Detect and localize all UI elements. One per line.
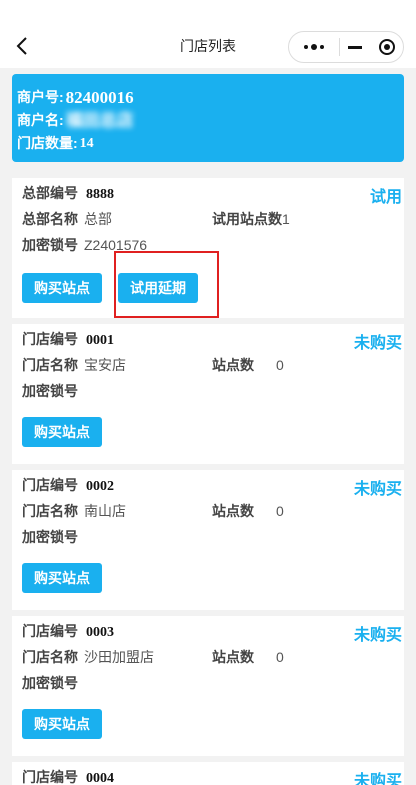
store-code-value: 0003 — [86, 625, 114, 640]
hq-lock-label: 加密锁号 — [22, 237, 78, 253]
minimize-button[interactable] — [340, 32, 372, 62]
store-name-label: 门店名称 — [22, 357, 78, 373]
merchant-name-label: 商户名: — [17, 112, 64, 128]
store-card: 门店编号 0001 未购买 门店名称 宝安店 站点数 0 加密锁号 购买站点 — [12, 324, 404, 464]
store-code-value: 0001 — [86, 333, 114, 348]
store-code-row: 门店编号 0002 — [22, 475, 114, 497]
hq-name-row: 总部名称 总部 — [22, 209, 112, 229]
mini-program-capsule — [288, 31, 404, 63]
store-sites-value: 0 — [276, 649, 284, 665]
minimize-icon — [348, 45, 363, 49]
hq-trial-sites-value: 1 — [282, 211, 290, 227]
buy-sites-button[interactable]: 购买站点 — [22, 417, 102, 447]
store-count-row: 门店数量: 14 — [17, 132, 404, 155]
store-name-value: 沙田加盟店 — [84, 649, 154, 665]
store-name-value: 南山店 — [84, 503, 126, 519]
nav-bar: 门店列表 — [0, 0, 416, 68]
merchant-id-label: 商户号: — [17, 89, 64, 105]
store-sites-value: 0 — [276, 503, 284, 519]
store-lock-row: 加密锁号 — [22, 673, 78, 693]
store-name-row: 门店名称 沙田加盟店 — [22, 647, 154, 667]
merchant-id-value: 82400016 — [65, 88, 134, 107]
store-count-value: 14 — [79, 136, 94, 151]
hq-status-badge: 试用 — [369, 189, 402, 206]
store-lock-row: 加密锁号 — [22, 381, 78, 401]
store-status-badge: 未购买 — [353, 773, 402, 785]
store-sites-row: 站点数 0 — [212, 501, 284, 521]
store-name-label: 门店名称 — [22, 503, 78, 519]
highlight-box — [114, 251, 219, 318]
store-lock-label: 加密锁号 — [22, 529, 78, 545]
merchant-name-value: 福田总店 — [65, 111, 134, 130]
store-code-row: 门店编号 0004 — [22, 767, 114, 785]
store-sites-label: 站点数 — [212, 649, 254, 665]
hq-name-label: 总部名称 — [22, 211, 78, 227]
store-name-row: 门店名称 南山店 — [22, 501, 126, 521]
hq-code-value: 8888 — [86, 187, 114, 202]
store-code-value: 0002 — [86, 479, 114, 494]
more-button[interactable] — [289, 32, 339, 62]
merchant-id-row: 商户号: 82400016 — [17, 86, 404, 109]
store-lock-row: 加密锁号 — [22, 527, 78, 547]
store-name-label: 门店名称 — [22, 649, 78, 665]
store-sites-row: 站点数 0 — [212, 355, 284, 375]
store-sites-label: 站点数 — [212, 503, 254, 519]
store-code-value: 0004 — [86, 771, 114, 785]
more-dot-icon — [319, 45, 324, 49]
store-sites-label: 站点数 — [212, 357, 254, 373]
more-dot-icon — [303, 45, 308, 49]
hq-code-row: 总部编号 8888 — [22, 183, 114, 205]
store-name-value: 宝安店 — [84, 357, 126, 373]
hq-code-label: 总部编号 — [22, 185, 78, 201]
store-lock-label: 加密锁号 — [22, 675, 78, 691]
merchant-name-row: 商户名: 福田总店 — [17, 109, 404, 132]
target-close-icon — [379, 39, 396, 55]
store-status-badge: 未购买 — [353, 481, 402, 498]
store-status-badge: 未购买 — [353, 627, 402, 644]
hq-name-value: 总部 — [84, 211, 112, 227]
store-sites-value: 0 — [276, 357, 284, 373]
store-card: 门店编号 0004 未购买 — [12, 762, 404, 785]
store-sites-row: 站点数 0 — [212, 647, 284, 667]
store-lock-label: 加密锁号 — [22, 383, 78, 399]
more-dot-icon — [310, 44, 317, 50]
buy-sites-button[interactable]: 购买站点 — [22, 563, 102, 593]
store-code-label: 门店编号 — [22, 769, 78, 785]
store-code-label: 门店编号 — [22, 623, 78, 639]
store-code-label: 门店编号 — [22, 477, 78, 493]
merchant-info-card: 商户号: 82400016 商户名: 福田总店 门店数量: 14 — [12, 74, 404, 162]
hq-buy-sites-button[interactable]: 购买站点 — [22, 273, 102, 303]
store-card: 门店编号 0003 未购买 门店名称 沙田加盟店 站点数 0 加密锁号 购买站点 — [12, 616, 404, 756]
store-count-label: 门店数量: — [17, 135, 78, 151]
store-code-row: 门店编号 0001 — [22, 329, 114, 351]
hq-trial-sites-row: 试用站点数1 — [212, 209, 290, 229]
store-code-row: 门店编号 0003 — [22, 621, 114, 643]
store-code-label: 门店编号 — [22, 331, 78, 347]
hq-trial-sites-label: 试用站点数 — [212, 211, 282, 227]
store-name-row: 门店名称 宝安店 — [22, 355, 126, 375]
buy-sites-button[interactable]: 购买站点 — [22, 709, 102, 739]
store-card: 门店编号 0002 未购买 门店名称 南山店 站点数 0 加密锁号 购买站点 — [12, 470, 404, 610]
close-button[interactable] — [371, 32, 403, 62]
store-status-badge: 未购买 — [353, 335, 402, 352]
